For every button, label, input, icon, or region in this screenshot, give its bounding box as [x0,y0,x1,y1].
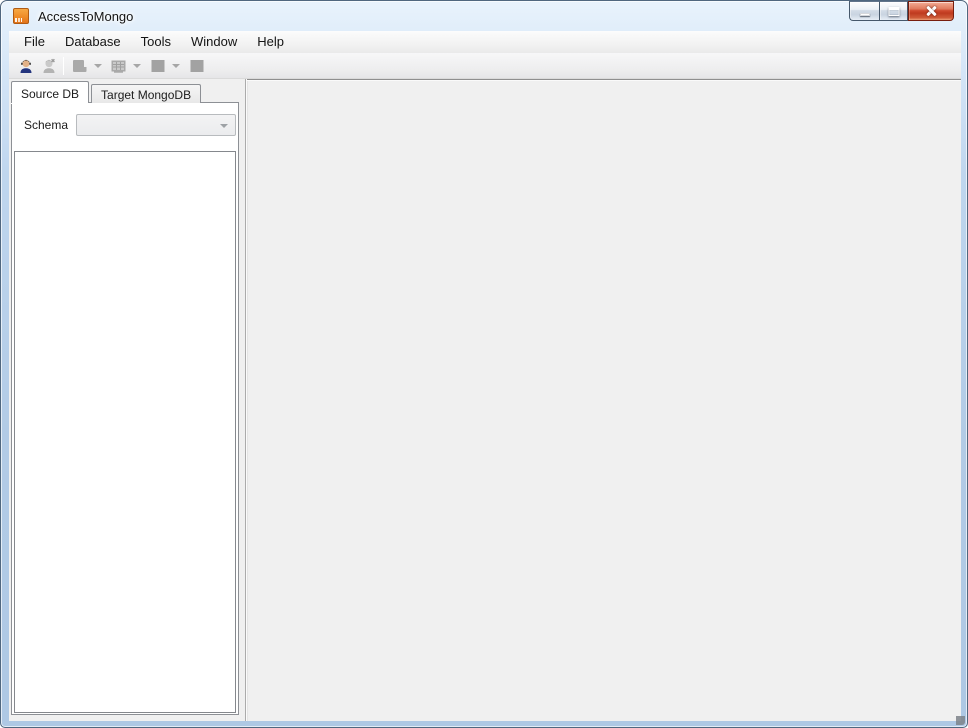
app-window: AccessToMongo File Database Tools Window… [0,0,968,728]
table-view-button[interactable] [107,55,130,77]
tables-listbox[interactable] [14,151,236,713]
app-icon[interactable] [13,8,29,24]
menu-window[interactable]: Window [181,31,247,53]
maximize-icon [888,7,899,16]
maximize-button[interactable] [879,1,908,21]
table-icon [110,58,127,74]
menu-tools[interactable]: Tools [131,31,181,53]
menubar: File Database Tools Window Help [9,31,961,53]
square-icon [189,58,205,74]
document-icon [71,58,88,74]
source-target-tab-control: Source DB Target MongoDB Schema [11,81,239,715]
client-area: File Database Tools Window Help [9,31,961,721]
source-db-tab-page: Schema [11,102,239,715]
chevron-down-icon [220,124,228,128]
chevron-down-icon [94,64,102,68]
toolbar [9,53,961,79]
workspace-area [247,79,961,721]
close-icon [925,5,937,17]
export-button[interactable] [68,55,91,77]
tabs-row: Source DB Target MongoDB [11,81,239,103]
schema-combobox[interactable] [76,114,236,136]
chevron-down-icon [133,64,141,68]
tab-target-mongodb[interactable]: Target MongoDB [91,84,201,103]
user-disconnect-icon [41,58,57,74]
menu-help[interactable]: Help [247,31,294,53]
disconnect-button[interactable] [37,55,60,77]
menu-database[interactable]: Database [55,31,131,53]
minimize-button[interactable] [849,1,879,21]
chevron-down-icon [172,64,180,68]
export-dropdown-button[interactable] [91,55,104,77]
resize-grip[interactable] [956,716,965,725]
menu-file[interactable]: File [14,31,55,53]
migrate-button[interactable] [146,55,169,77]
square-icon [150,58,166,74]
connect-button[interactable] [14,55,37,77]
close-button[interactable] [908,1,954,21]
minimize-icon [860,13,870,16]
user-connect-icon [18,58,34,74]
stop-button[interactable] [185,55,208,77]
titlebar[interactable]: AccessToMongo [1,1,967,31]
toolbar-separator [63,57,64,75]
tab-source-db[interactable]: Source DB [11,81,89,103]
content-area: Source DB Target MongoDB Schema [9,79,961,721]
caption-buttons [849,1,954,21]
table-view-dropdown-button[interactable] [130,55,143,77]
migrate-dropdown-button[interactable] [169,55,182,77]
schema-label: Schema [24,118,68,132]
window-title: AccessToMongo [38,9,133,24]
